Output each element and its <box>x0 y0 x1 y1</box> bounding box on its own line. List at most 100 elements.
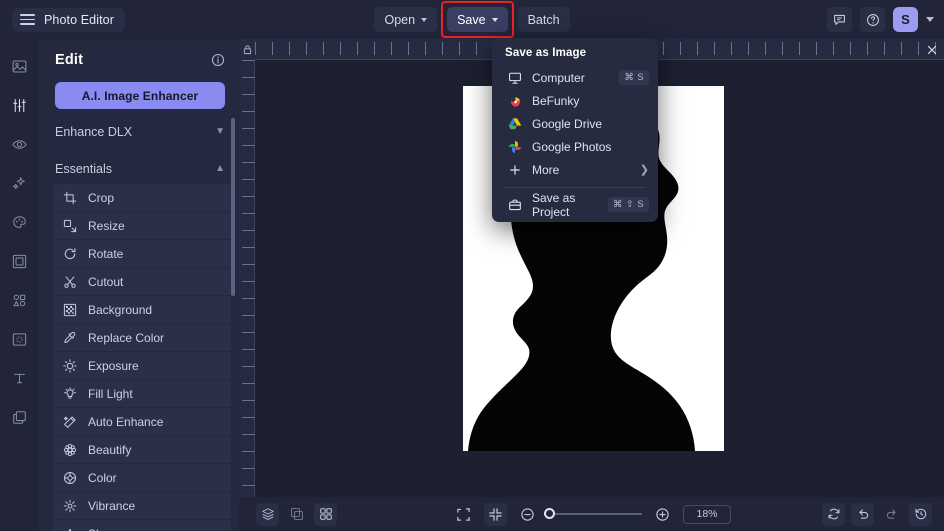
sidebar-item-layers[interactable] <box>5 404 35 430</box>
frame-icon <box>12 254 27 268</box>
tool-item-label: Beautify <box>88 442 132 457</box>
grid-view-button[interactable] <box>314 502 337 526</box>
ruler-tick <box>242 383 255 384</box>
plus-icon <box>507 163 522 177</box>
tool-item-label: Replace Color <box>88 330 165 345</box>
group-enhance-dlx[interactable]: Enhance DLX ▼ <box>39 118 239 146</box>
close-image-button[interactable] <box>924 41 940 58</box>
tool-item-exposure[interactable]: Exposure <box>53 352 231 380</box>
menu-item-befunky[interactable]: BeFunky <box>492 89 658 112</box>
redo-button[interactable] <box>880 503 903 526</box>
tool-item-crop[interactable]: Crop <box>53 184 231 212</box>
group-label: Essentials <box>55 162 112 176</box>
zoom-in-button[interactable] <box>651 503 674 526</box>
tool-item-label: Color <box>88 470 117 485</box>
ruler-tick <box>323 42 324 55</box>
ruler-tick <box>242 247 255 248</box>
tool-item-background[interactable]: Background <box>53 296 231 324</box>
sidebar-item-image[interactable] <box>5 53 35 79</box>
sidebar-item-effects[interactable] <box>5 170 35 196</box>
sidebar-item-artsy[interactable] <box>5 209 35 235</box>
tool-item-sharpen[interactable]: Sharpen <box>53 520 231 531</box>
ruler-tick <box>391 42 392 55</box>
open-button-label: Open <box>384 12 416 27</box>
sidebar-item-edit[interactable] <box>5 92 35 118</box>
ai-image-enhancer-button[interactable]: A.I. Image Enhancer <box>55 82 225 109</box>
info-icon[interactable] <box>211 53 225 67</box>
sidebar-item-graphics[interactable] <box>5 287 35 313</box>
ruler-tick <box>242 77 255 78</box>
menu-item-more[interactable]: More ❯ <box>492 158 658 181</box>
avatar[interactable]: S <box>893 7 918 32</box>
ruler-tick <box>714 42 715 55</box>
tool-item-fill-light[interactable]: Fill Light <box>53 380 231 408</box>
zoom-out-button[interactable] <box>516 503 539 526</box>
ruler-tick <box>731 42 732 55</box>
layers-panel-button[interactable] <box>256 502 279 526</box>
help-button[interactable] <box>860 7 885 32</box>
zoom-level-input[interactable]: 18% <box>683 504 731 524</box>
bottom-left-tools <box>256 502 337 526</box>
top-bar: Photo Editor Open Save Batch S <box>0 0 944 39</box>
reset-button[interactable] <box>822 502 845 526</box>
feedback-button[interactable] <box>827 7 852 32</box>
fit-screen-button[interactable] <box>452 503 475 526</box>
open-button[interactable]: Open <box>374 7 438 32</box>
ruler-tick <box>782 42 783 55</box>
wand-icon <box>63 415 76 428</box>
sidebar-item-overlays[interactable] <box>5 326 35 352</box>
ruler-tick <box>680 42 681 55</box>
chevron-down-icon <box>421 18 428 22</box>
sidebar-item-touchup[interactable] <box>5 131 35 157</box>
ruler-tick <box>901 42 902 55</box>
tool-item-replace-color[interactable]: Replace Color <box>53 324 231 352</box>
batch-button-label: Batch <box>527 12 560 27</box>
menu-item-google-photos[interactable]: Google Photos <box>492 135 658 158</box>
tool-item-rotate[interactable]: Rotate <box>53 240 231 268</box>
edit-panel: Edit A.I. Image Enhancer Enhance DLX ▼ E… <box>39 39 239 531</box>
menu-item-shortcut: ⌘ S <box>619 70 649 85</box>
ruler-lock-button[interactable] <box>239 39 255 60</box>
sidebar-item-text[interactable] <box>5 365 35 391</box>
tool-item-label: Vibrance <box>88 498 136 513</box>
actual-size-button[interactable] <box>484 502 507 526</box>
history-button[interactable] <box>909 502 932 526</box>
vertical-ruler[interactable] <box>239 60 255 497</box>
batch-button[interactable]: Batch <box>517 7 570 32</box>
ruler-tick <box>425 42 426 55</box>
tool-item-vibrance[interactable]: Vibrance <box>53 492 231 520</box>
menu-item-label: Save as Project <box>532 190 576 219</box>
save-button[interactable]: Save <box>441 1 514 38</box>
chevron-down-icon[interactable] <box>926 17 934 22</box>
menu-item-computer[interactable]: Computer ⌘ S <box>492 66 658 89</box>
layers-icon <box>13 410 26 424</box>
help-icon <box>866 13 879 26</box>
ruler-tick <box>242 468 255 469</box>
sidebar-item-frames[interactable] <box>5 248 35 274</box>
redo-icon <box>886 509 896 519</box>
tool-item-label: Rotate <box>88 246 124 261</box>
ruler-tick <box>289 42 290 55</box>
undo-button[interactable] <box>851 502 874 526</box>
tool-item-color[interactable]: Color <box>53 464 231 492</box>
menu-item-save-as-project[interactable]: Save as Project ⌘ ⇧ S <box>492 190 658 219</box>
tool-item-cutout[interactable]: Cutout <box>53 268 231 296</box>
tool-item-label: Exposure <box>88 358 139 373</box>
menu-item-google-drive[interactable]: Google Drive <box>492 112 658 135</box>
tool-item-auto-enhance[interactable]: Auto Enhance <box>53 408 231 436</box>
tool-item-beautify[interactable]: Beautify <box>53 436 231 464</box>
app-menu-button[interactable]: Photo Editor <box>12 7 125 32</box>
ruler-tick <box>663 42 664 55</box>
zoom-slider[interactable] <box>544 508 642 519</box>
close-icon <box>927 45 937 54</box>
ruler-tick <box>867 42 868 55</box>
tool-item-resize[interactable]: Resize <box>53 212 231 240</box>
ruler-tick <box>242 213 255 214</box>
panel-scrollbar[interactable] <box>231 118 235 296</box>
vibrance-icon <box>63 499 77 512</box>
ruler-tick <box>340 42 341 55</box>
group-essentials[interactable]: Essentials ▲ <box>39 155 239 183</box>
compare-button[interactable] <box>285 503 308 526</box>
zoom-slider-handle[interactable] <box>544 508 555 519</box>
ruler-tick <box>242 60 255 61</box>
